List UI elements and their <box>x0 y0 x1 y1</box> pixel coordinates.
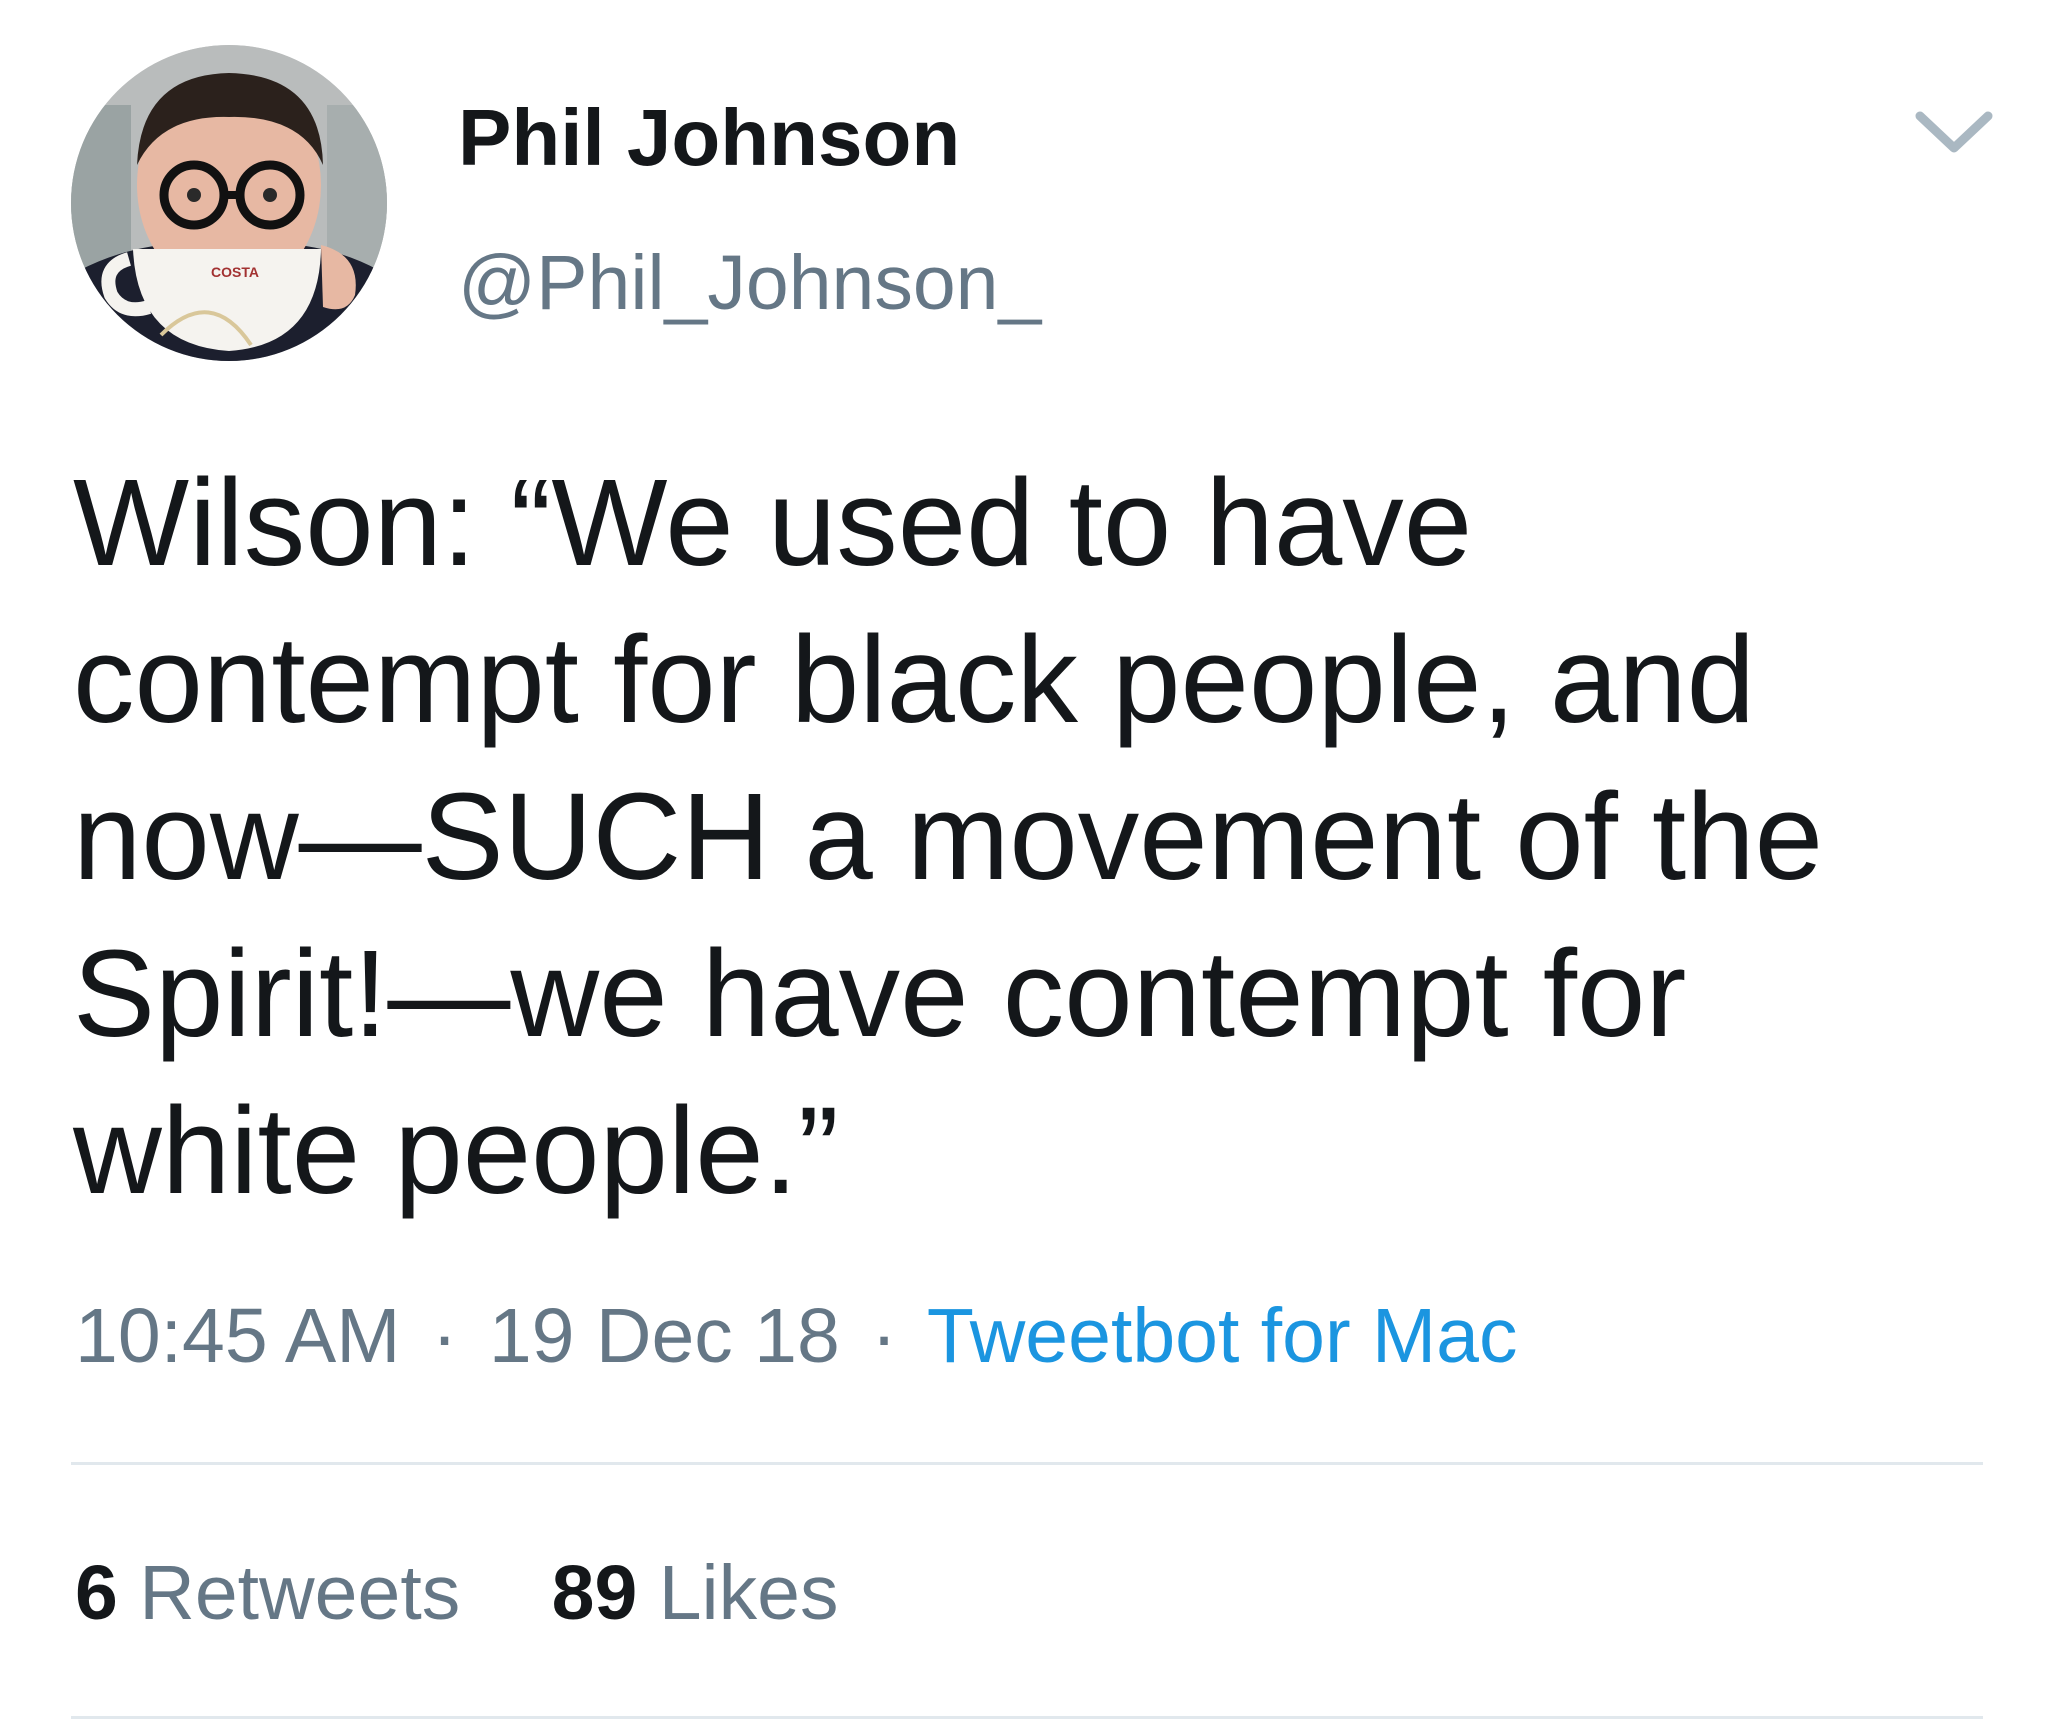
mug-logo-text: COSTA <box>211 264 259 280</box>
avatar-image: COSTA <box>71 45 387 361</box>
tweet-date[interactable]: 19 Dec 18 <box>489 1293 840 1379</box>
meta-separator: · <box>871 1293 897 1379</box>
likes-stat[interactable]: 89 Likes <box>552 1555 839 1632</box>
tweet-time[interactable]: 10:45 AM <box>75 1293 400 1379</box>
author-handle[interactable]: @Phil_Johnson_ <box>458 245 1041 322</box>
divider <box>71 1716 1983 1719</box>
divider <box>71 1462 1983 1465</box>
likes-label: Likes <box>658 1550 839 1636</box>
meta-separator: · <box>431 1293 458 1379</box>
tweet-meta: 10:45 AM · 19 Dec 18 · Tweetbot for Mac <box>75 1298 1518 1375</box>
tweet-stats: 6 Retweets 89 Likes <box>75 1555 908 1632</box>
author-display-name[interactable]: Phil Johnson <box>458 98 960 178</box>
chevron-down-icon[interactable] <box>1910 102 1998 162</box>
tweet-source-link[interactable]: Tweetbot for Mac <box>927 1293 1518 1379</box>
avatar[interactable]: COSTA <box>71 45 387 361</box>
retweets-stat[interactable]: 6 Retweets <box>75 1555 460 1632</box>
tweet: COSTA Phil Johnson @Phil_Johnson_ Wilson… <box>0 0 2048 1727</box>
retweets-count: 6 <box>75 1550 118 1636</box>
likes-count: 89 <box>551 1550 638 1636</box>
tweet-text: Wilson: “We used to have contempt for bl… <box>73 455 1824 1220</box>
retweets-label: Retweets <box>139 1550 461 1636</box>
